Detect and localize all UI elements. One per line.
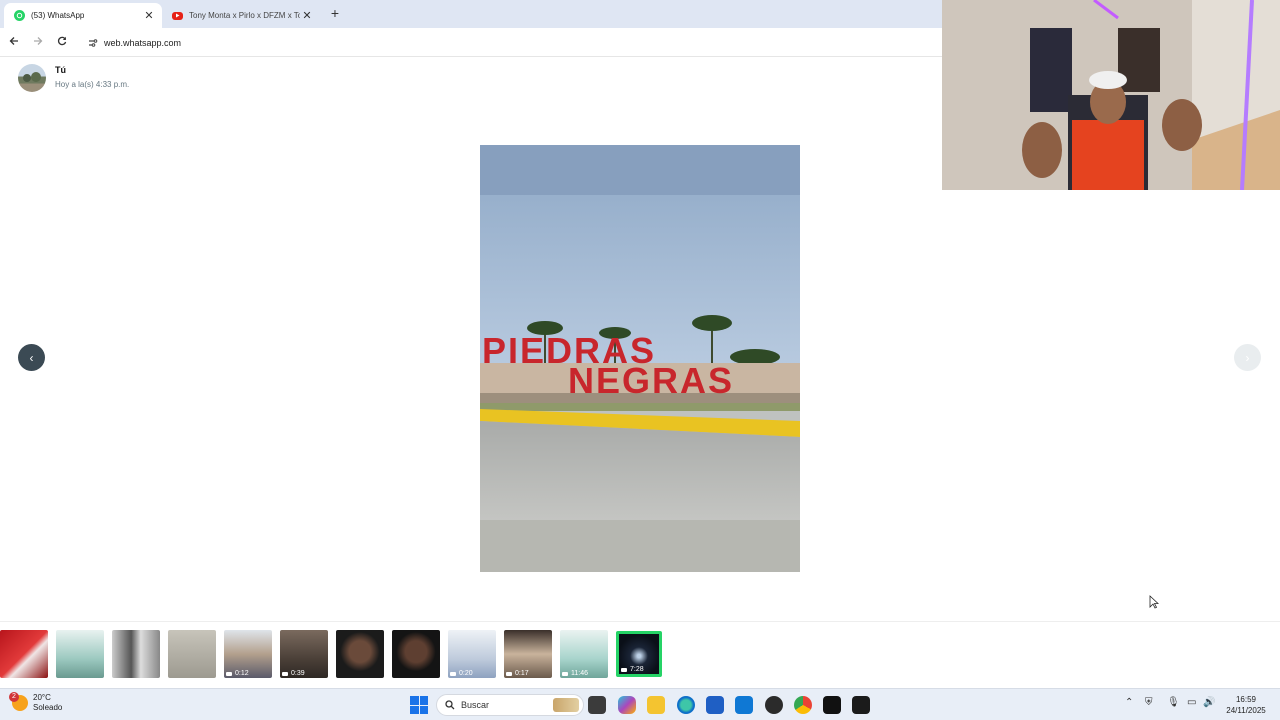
previous-media-button[interactable]: ‹ xyxy=(18,344,45,371)
volume-icon[interactable]: 🔊 xyxy=(1203,697,1215,708)
microsoft-store-icon[interactable] xyxy=(706,696,724,714)
thumbnail[interactable]: 0:12 xyxy=(224,630,272,678)
edge-icon[interactable] xyxy=(677,696,695,714)
outlook-icon[interactable] xyxy=(735,696,753,714)
chevron-left-icon: ‹ xyxy=(29,350,34,365)
obs-icon[interactable] xyxy=(765,696,783,714)
sender-name: Tú xyxy=(55,65,66,75)
file-explorer-icon[interactable] xyxy=(647,696,665,714)
new-tab-button[interactable]: + xyxy=(327,5,343,21)
notification-badge: 2 xyxy=(9,692,19,702)
weather-widget[interactable]: 2 20°C Soleado xyxy=(9,692,63,713)
windows-taskbar: 2 20°C Soleado Buscar ⌃ ⛨ 🎙 ▭ 🔊 16:59 24… xyxy=(0,688,1280,720)
chevron-up-icon[interactable]: ⌃ xyxy=(1125,697,1133,708)
next-media-button[interactable]: › xyxy=(1234,344,1261,371)
thumbnail[interactable] xyxy=(56,630,104,678)
video-duration: 0:20 xyxy=(450,670,473,677)
sun-icon: 2 xyxy=(9,692,28,711)
webcam-overlay xyxy=(942,0,1280,190)
clock-date: 24/11/2025 xyxy=(1226,706,1266,715)
thumbnail-strip-divider xyxy=(0,621,1280,622)
system-clock[interactable]: 16:59 24/11/2025 xyxy=(1220,694,1272,716)
tab-title: Tony Monta x Pirlo x DFZM x To xyxy=(189,11,300,20)
avatar[interactable] xyxy=(18,64,46,92)
thumbnail[interactable]: 11:46 xyxy=(560,630,608,678)
task-view-icon[interactable] xyxy=(588,696,606,714)
thumbnail[interactable] xyxy=(0,630,48,678)
mouse-cursor xyxy=(1149,595,1160,609)
weather-temperature: 20°C xyxy=(33,693,51,702)
media-sender-header: Tú Hoy a la(s) 4:33 p.m. xyxy=(18,64,129,92)
forward-button[interactable] xyxy=(30,34,46,50)
back-button[interactable] xyxy=(6,34,22,50)
close-tab-icon[interactable]: ✕ xyxy=(300,9,314,23)
video-duration: 11:46 xyxy=(562,670,588,677)
site-settings-icon[interactable] xyxy=(88,38,98,48)
youtube-icon xyxy=(172,11,183,20)
start-button[interactable] xyxy=(410,696,428,714)
url-text: web.whatsapp.com xyxy=(104,37,182,48)
media-image: PIEDRAS NEGRAS xyxy=(480,145,800,572)
video-duration: 0:39 xyxy=(282,670,305,677)
svg-text:NEGRAS: NEGRAS xyxy=(568,360,734,401)
search-placeholder: Buscar xyxy=(461,700,490,710)
sender-timestamp: Hoy a la(s) 4:33 p.m. xyxy=(55,80,130,89)
tiktok-icon[interactable] xyxy=(823,696,841,714)
search-highlight-icon xyxy=(553,698,579,712)
search-icon xyxy=(445,700,455,710)
video-duration: 7:28 xyxy=(621,666,644,673)
video-duration: 0:12 xyxy=(226,670,249,677)
close-tab-icon[interactable]: ✕ xyxy=(142,9,156,23)
thumbnail[interactable] xyxy=(168,630,216,678)
weather-description: Soleado xyxy=(33,703,63,712)
thumbnail[interactable] xyxy=(392,630,440,678)
chrome-icon[interactable] xyxy=(794,696,812,714)
microphone-icon[interactable]: 🎙 xyxy=(1167,697,1180,708)
copilot-icon[interactable] xyxy=(618,696,636,714)
thumbnail[interactable]: 0:17 xyxy=(504,630,552,678)
tab-whatsapp[interactable]: (53) WhatsApp ✕ xyxy=(4,3,162,28)
capcut-icon[interactable] xyxy=(852,696,870,714)
thumbnail[interactable]: 0:39 xyxy=(280,630,328,678)
security-icon[interactable]: ⛨ xyxy=(1145,697,1153,708)
whatsapp-icon xyxy=(14,10,25,21)
tab-youtube[interactable]: Tony Monta x Pirlo x DFZM x To ✕ xyxy=(162,3,320,28)
thumbnail[interactable] xyxy=(336,630,384,678)
chevron-right-icon: › xyxy=(1245,350,1250,365)
thumbnail-selected[interactable]: 7:28 xyxy=(616,631,662,677)
video-duration: 0:17 xyxy=(506,670,529,677)
network-icon[interactable]: ▭ xyxy=(1187,697,1196,708)
clock-time: 16:59 xyxy=(1235,695,1257,704)
media-preview[interactable]: PIEDRAS NEGRAS xyxy=(480,145,800,572)
reload-button[interactable] xyxy=(54,34,70,50)
thumbnail[interactable]: 0:20 xyxy=(448,630,496,678)
taskbar-search[interactable]: Buscar xyxy=(436,694,584,716)
tab-title: (53) WhatsApp xyxy=(31,11,85,20)
address-bar[interactable]: web.whatsapp.com xyxy=(82,32,942,53)
thumbnail[interactable] xyxy=(112,630,160,678)
